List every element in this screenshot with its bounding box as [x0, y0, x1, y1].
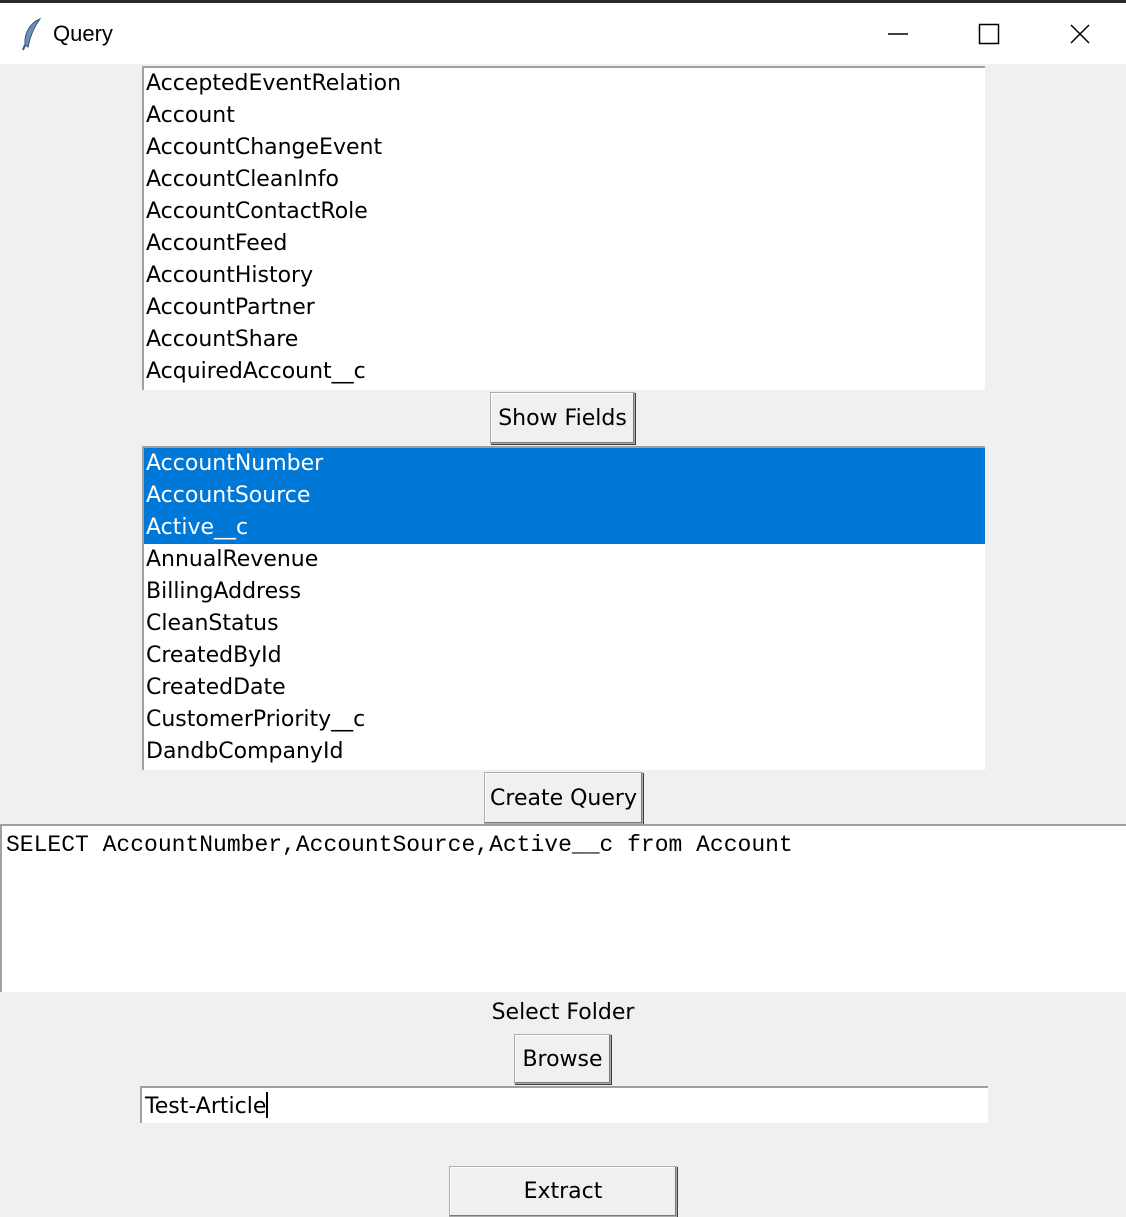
- minimize-icon: [888, 32, 908, 35]
- field-list-item[interactable]: DandbCompanyId: [144, 736, 985, 768]
- field-list-item[interactable]: CleanStatus: [144, 608, 985, 640]
- folder-path-value: Test-Article: [145, 1094, 267, 1119]
- field-list-item[interactable]: AnnualRevenue: [144, 544, 985, 576]
- show-fields-button[interactable]: Show Fields: [490, 392, 635, 444]
- text-caret: [266, 1092, 269, 1118]
- field-list-item[interactable]: CreatedDate: [144, 672, 985, 704]
- field-list-item[interactable]: AccountNumber: [144, 448, 985, 480]
- field-list-item[interactable]: BillingAddress: [144, 576, 985, 608]
- field-list-item[interactable]: CustomerPriority__c: [144, 704, 985, 736]
- field-list-item[interactable]: CreatedById: [144, 640, 985, 672]
- object-list-item[interactable]: AccountFeed: [144, 228, 985, 260]
- feather-icon: [20, 17, 44, 51]
- object-list-item[interactable]: AccountChangeEvent: [144, 132, 985, 164]
- fields-listbox[interactable]: AccountNumber AccountSource Active__c An…: [142, 446, 985, 770]
- window-title: Query: [53, 21, 113, 46]
- minimize-button[interactable]: [852, 3, 944, 64]
- extract-button[interactable]: Extract: [449, 1166, 677, 1217]
- object-list-item[interactable]: AccountContactRole: [144, 196, 985, 228]
- select-folder-label: Select Folder: [491, 1000, 635, 1025]
- object-list-item[interactable]: AccountHistory: [144, 260, 985, 292]
- field-list-item[interactable]: AccountSource: [144, 480, 985, 512]
- objects-listbox[interactable]: AcceptedEventRelation Account AccountCha…: [142, 66, 985, 390]
- close-button[interactable]: [1034, 3, 1126, 64]
- close-icon: [1070, 23, 1090, 44]
- object-list-item[interactable]: AccountCleanInfo: [144, 164, 985, 196]
- maximize-button[interactable]: [943, 3, 1035, 64]
- object-list-item[interactable]: AcceptedEventRelation: [144, 68, 985, 100]
- object-list-item[interactable]: AccountPartner: [144, 292, 985, 324]
- browse-button[interactable]: Browse: [514, 1034, 611, 1084]
- maximize-icon: [978, 23, 1000, 44]
- object-list-item[interactable]: AccountShare: [144, 324, 985, 356]
- field-list-item[interactable]: Active__c: [144, 512, 985, 544]
- object-list-item[interactable]: Account: [144, 100, 985, 132]
- query-textarea[interactable]: SELECT AccountNumber,AccountSource,Activ…: [0, 824, 1126, 992]
- object-list-item[interactable]: AcquiredAccount__c: [144, 356, 985, 388]
- title-bar[interactable]: Query: [0, 3, 1126, 64]
- folder-path-input[interactable]: Test-Article: [140, 1086, 988, 1123]
- create-query-button[interactable]: Create Query: [484, 772, 643, 824]
